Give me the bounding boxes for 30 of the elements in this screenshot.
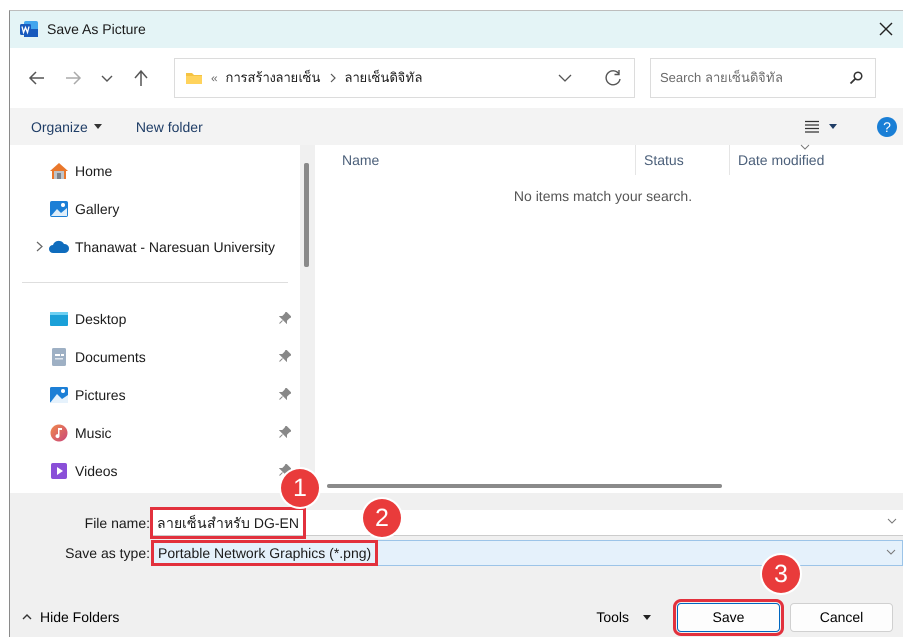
sidebar-item[interactable]: Home: [10, 154, 118, 188]
organize-menu[interactable]: Organize: [31, 118, 102, 135]
file-type-dropdown[interactable]: Portable Network Graphics (*.png): [153, 540, 903, 566]
breadcrumb[interactable]: ลายเซ็นดิจิทัล: [344, 67, 423, 88]
overflow-chevrons[interactable]: «: [211, 70, 218, 85]
step-number-badge: 3: [762, 555, 800, 593]
sidebar-item[interactable]: Music: [10, 416, 118, 450]
step-number-badge: 2: [363, 499, 401, 537]
hide-folders-button[interactable]: Hide Folders: [22, 609, 120, 625]
empty-message: No items match your search.: [512, 188, 694, 204]
sidebar-item[interactable]: Documents: [10, 340, 152, 374]
sidebar-item[interactable]: Videos: [10, 454, 124, 488]
search-field[interactable]: Search ลายเซ็นดิจิทัล: [650, 58, 876, 98]
sidebar-item[interactable]: Gallery: [10, 192, 126, 226]
tools-menu[interactable]: Tools: [590, 608, 657, 626]
window-title: Save As Picture: [47, 21, 146, 38]
field-label: File name:: [84, 515, 151, 531]
sidebar-item[interactable]: Desktop: [10, 302, 132, 336]
column-header[interactable]: Date modified: [730, 145, 880, 176]
field-label: Save as type:: [64, 545, 151, 561]
breadcrumb[interactable]: การสร้างลายเซ็น: [226, 67, 321, 88]
step-number-badge: 1: [281, 469, 319, 507]
cancel-button[interactable]: Cancel: [790, 602, 893, 632]
column-header[interactable]: Status: [636, 145, 730, 176]
sidebar-item[interactable]: Thanawat - Naresuan University: [10, 230, 281, 264]
help-button[interactable]: ?: [877, 116, 897, 137]
column-header[interactable]: Name: [303, 145, 636, 176]
address-bar[interactable]: « การสร้างลายเซ็น ลายเซ็นดิจิทัล: [174, 58, 635, 98]
sidebar-item[interactable]: Pictures: [10, 378, 132, 412]
new-folder-button[interactable]: New folder: [136, 118, 203, 135]
